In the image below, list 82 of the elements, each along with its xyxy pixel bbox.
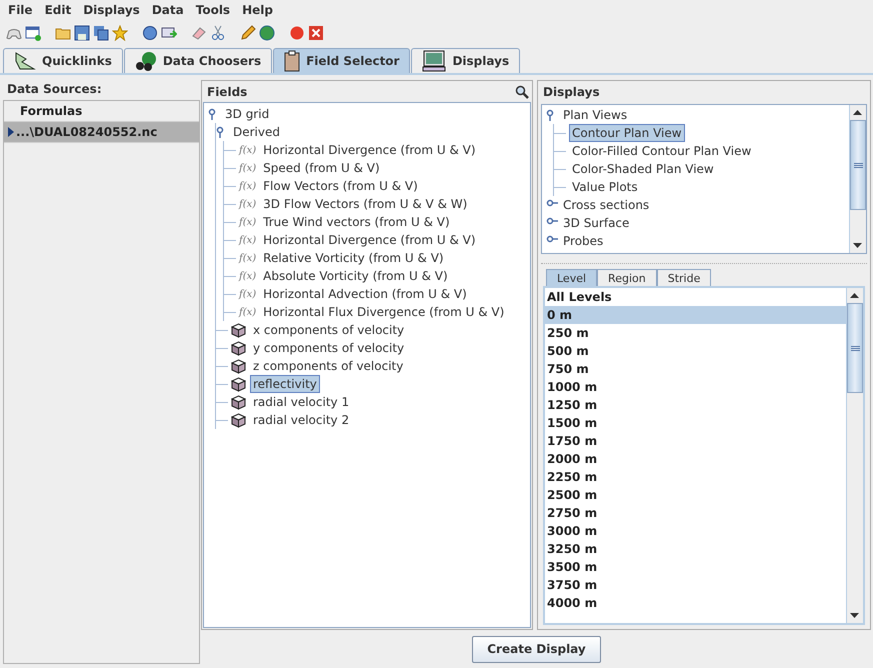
tab-label: Quicklinks — [42, 54, 112, 68]
new-window-icon[interactable] — [25, 25, 41, 41]
tree-item[interactable]: Probes — [560, 232, 606, 250]
menu-item[interactable]: Data — [146, 3, 190, 17]
scrollbar[interactable] — [849, 105, 866, 253]
tree-item[interactable]: Derived — [230, 123, 283, 141]
create-display-button[interactable]: Create Display — [472, 636, 601, 662]
tab[interactable]: Quicklinks — [3, 48, 123, 73]
panel-title: Fields — [207, 85, 248, 99]
monitor-icon — [422, 50, 446, 72]
cube-icon — [231, 412, 246, 428]
tree-item[interactable]: Relative Vorticity (from U & V) — [260, 249, 447, 267]
scrollbar[interactable] — [846, 288, 863, 623]
cube-icon — [231, 358, 246, 374]
tree-item[interactable]: True Wind vectors (from U & V) — [260, 213, 453, 231]
tree-item[interactable]: Cross sections — [560, 196, 652, 214]
formula-prefix: f(x) — [239, 162, 256, 174]
record-icon[interactable] — [289, 25, 305, 41]
data-source-item[interactable]: ...\DUAL08240552.nc — [4, 122, 199, 143]
clipboard-icon — [284, 50, 300, 72]
tree-item[interactable]: Plan Views — [560, 106, 630, 124]
cube-icon — [231, 394, 246, 410]
save-all-icon[interactable] — [93, 25, 109, 41]
tab-label: Displays — [452, 54, 510, 68]
menu-item[interactable]: File — [2, 3, 39, 17]
menu-item[interactable]: Help — [236, 3, 279, 17]
formula-prefix: f(x) — [239, 234, 256, 246]
formula-prefix: f(x) — [239, 198, 256, 210]
tree-item[interactable]: x components of velocity — [250, 321, 408, 339]
tab[interactable]: Data Choosers — [124, 48, 272, 73]
scissors-icon[interactable] — [210, 25, 226, 41]
tree-item[interactable]: reflectivity — [250, 375, 320, 393]
menu-item[interactable]: Tools — [190, 3, 236, 17]
formula-prefix: f(x) — [239, 252, 256, 264]
pointer-icon — [8, 127, 14, 137]
tree-item[interactable]: 3D Surface — [560, 214, 632, 232]
tree-item[interactable]: radial velocity 2 — [250, 411, 352, 429]
pencil-icon[interactable] — [240, 25, 256, 41]
panel-title: Data Sources: — [6, 81, 103, 98]
formula-prefix: f(x) — [239, 306, 256, 318]
tree-item[interactable]: Absolute Vorticity (from U & V) — [260, 267, 451, 285]
tab[interactable]: Region — [597, 269, 657, 286]
tree-item[interactable]: Value Plots — [569, 178, 641, 196]
tree-item[interactable]: Flow Vectors (from U & V) — [260, 177, 421, 195]
tree-item[interactable]: 3D grid — [222, 105, 272, 123]
cube-icon — [231, 340, 246, 356]
cube-icon — [231, 322, 246, 338]
formula-prefix: f(x) — [239, 270, 256, 282]
tree-item[interactable]: Horizontal Advection (from U & V) — [260, 285, 470, 303]
tree-item[interactable]: Color-Shaded Plan View — [569, 160, 717, 178]
tree-item[interactable]: y components of velocity — [250, 339, 408, 357]
tab[interactable]: Stride — [656, 269, 712, 286]
tab[interactable]: Displays — [411, 48, 520, 73]
tree-item[interactable]: Horizontal Divergence (from U & V) — [260, 231, 479, 249]
eraser-icon[interactable] — [191, 25, 207, 41]
tree-item[interactable]: z components of velocity — [250, 357, 406, 375]
menu-item[interactable]: Displays — [77, 3, 146, 17]
tree-item[interactable]: Horizontal Flux Divergence (from U & V) — [260, 303, 508, 321]
save-icon[interactable] — [74, 25, 90, 41]
tree-item[interactable]: Color-Filled Contour Plan View — [569, 142, 754, 160]
tab-label: Field Selector — [306, 54, 400, 68]
formula-prefix: f(x) — [239, 144, 256, 156]
tab[interactable]: Field Selector — [273, 48, 410, 73]
tab[interactable]: Level — [546, 269, 598, 286]
scroll-thumb[interactable] — [847, 303, 863, 393]
scroll-thumb[interactable] — [850, 120, 866, 210]
tree-item[interactable]: Speed (from U & V) — [260, 159, 383, 177]
star-icon[interactable] — [112, 25, 128, 41]
panel-title: Displays — [542, 84, 601, 101]
search-icon[interactable] — [515, 85, 529, 99]
tree-item[interactable]: Contour Plan View — [569, 124, 685, 142]
tree-item[interactable]: 3D Flow Vectors (from U & V & W) — [260, 195, 470, 213]
menu-item[interactable]: Edit — [38, 3, 78, 17]
level-item[interactable]: 0 m — [545, 306, 846, 324]
formula-prefix: f(x) — [239, 216, 256, 228]
tree-item[interactable]: Horizontal Divergence (from U & V) — [260, 141, 479, 159]
cube-icon — [231, 376, 246, 392]
formula-prefix: f(x) — [239, 288, 256, 300]
close-icon[interactable] — [308, 25, 324, 41]
tree-item[interactable]: radial velocity 1 — [250, 393, 352, 411]
formula-prefix: f(x) — [239, 180, 256, 192]
tab-label: Data Choosers — [162, 54, 262, 68]
